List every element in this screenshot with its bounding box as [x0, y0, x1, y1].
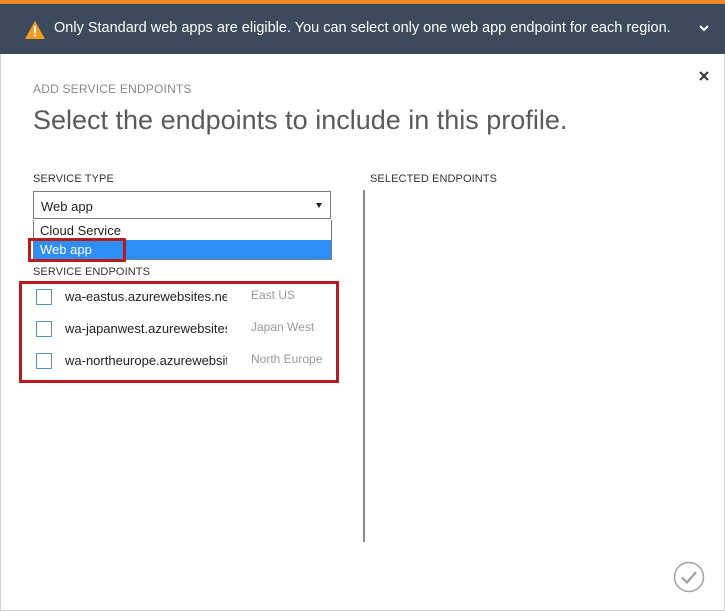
notification-banner: Only Standard web apps are eligible. You… — [0, 4, 725, 54]
warning-icon — [25, 21, 45, 39]
service-endpoints-label: SERVICE ENDPOINTS — [33, 266, 151, 278]
selected-endpoints-label: SELECTED ENDPOINTS — [370, 173, 498, 185]
endpoint-checkbox[interactable] — [36, 353, 52, 369]
close-icon[interactable] — [698, 69, 710, 81]
endpoint-region: North Europe — [251, 352, 323, 366]
caret-down-icon — [316, 203, 322, 208]
service-type-label: SERVICE TYPE — [33, 173, 114, 185]
page-title: Select the endpoints to include in this … — [33, 105, 568, 135]
endpoint-region: Japan West — [251, 320, 315, 334]
endpoint-checkbox[interactable] — [36, 321, 52, 337]
endpoint-region: East US — [251, 288, 296, 302]
highlight-box-web-app — [28, 238, 126, 262]
service-type-value: Web app — [41, 199, 93, 214]
chevron-down-icon[interactable] — [697, 21, 711, 35]
endpoint-name: wa-eastus.azurewebsites.net — [65, 289, 227, 304]
service-type-select[interactable]: Web app — [33, 191, 331, 219]
endpoint-name: wa-northeurope.azurewebsites.net — [65, 353, 227, 368]
endpoint-checkbox[interactable] — [36, 289, 52, 305]
banner-message: Only Standard web apps are eligible. You… — [54, 20, 671, 36]
column-divider — [363, 190, 365, 542]
dialog-eyebrow: ADD SERVICE ENDPOINTS — [33, 82, 192, 96]
endpoint-name: wa-japanwest.azurewebsites.net — [65, 321, 227, 336]
confirm-check-icon[interactable] — [673, 561, 705, 593]
